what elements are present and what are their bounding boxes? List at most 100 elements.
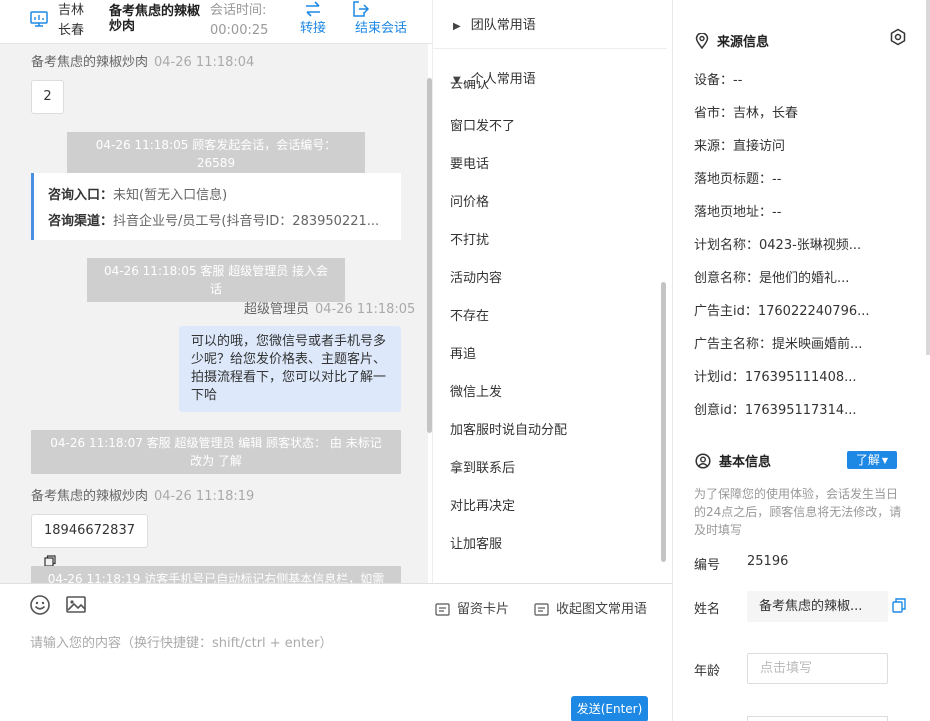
lead-card-label: 留资卡片 [457,602,510,617]
visitor-location: 吉林 长春 [58,1,84,41]
edit-notice: 为了保障您的使用体验，会话发生当日的24点之后，顾客信息将无法修改，请及时填写 [694,487,902,537]
source-creative-name: 创意名称：是他们的婚礼... [694,271,850,286]
image-icon[interactable] [65,594,87,616]
phrase-item[interactable]: 窗口发不了 [450,115,515,134]
system-message: 04-26 11:18:07 客服 超级管理员 编辑 顾客状态： 由 未标记 改… [31,430,401,474]
session-time-label: 会话时间: [210,3,267,18]
customer-status-label: 了解 [855,453,880,467]
end-session-label: 结束会话 [354,21,407,36]
message-composer: 留资卡片 收起图文常用语 请输入您的内容（换行快捷键：shift/ctrl + … [0,583,672,721]
phrase-item[interactable]: 再追 [450,343,476,362]
age-field[interactable]: 点击填写 [747,653,888,684]
message-sender: 备考焦虑的辣椒炒肉 [31,489,149,504]
lead-card-button[interactable]: 留资卡片 [435,598,509,617]
settings-icon[interactable] [889,28,907,46]
message-bubble: 2 [31,80,64,114]
transfer-icon [306,1,320,17]
phrase-panel: ▶ 团队常用语 ▼ 个人常用语 去确认 窗口发不了 要电话 问价格 不打扰 活动内容… [432,0,672,583]
consult-channel-value: 抖音企业号/员工号(抖音号ID：283950221... [113,214,380,229]
next-field[interactable] [747,716,888,721]
phrase-item[interactable]: 问价格 [450,191,489,210]
collapse-phrases-button[interactable]: 收起图文常用语 [534,598,647,617]
system-message: 04-26 11:18:19 访客手机号已自动标记右侧基本信息栏，如需 [31,566,401,583]
consult-entry-label: 咨询入口： [48,188,114,203]
phone-number: 18946672837 [44,523,135,538]
phrase-item[interactable]: 微信上发 [450,381,502,400]
phrase-item[interactable]: 不打扰 [450,229,489,248]
id-value: 25196 [747,554,789,569]
consult-channel-label: 咨询渠道： [48,214,114,229]
send-button[interactable]: 发送(Enter) [571,696,648,721]
message-input[interactable]: 请输入您的内容（换行快捷键：shift/ctrl + enter） [30,632,333,651]
basic-info-title: 基本信息 [695,451,771,470]
message-time: 04-26 11:18:05 [315,302,416,317]
consult-entry-row: 咨询入口：未知(暂无入口信息) [48,183,387,209]
consult-channel-row: 咨询渠道：抖音企业号/员工号(抖音号ID：283950221... [48,209,387,235]
message-meta: 备考焦虑的辣椒炒肉 04-26 11:18:19 [31,488,254,506]
system-message: 04-26 11:18:05 客服 超级管理员 接入会话 [87,258,345,302]
team-phrases-label: 团队常用语 [470,18,536,33]
visitor-name: 备考焦虑的辣椒炒肉 [109,4,201,34]
phrase-item[interactable]: 不存在 [450,305,489,324]
source-plan-id: 计划id：176395111408... [694,370,857,385]
divider [433,48,667,49]
message-meta: 备考焦虑的辣椒炒肉 04-26 11:18:04 [31,54,254,72]
consult-entry-value: 未知(暂无入口信息) [113,188,228,203]
end-session-button[interactable]: 结束会话 [350,0,412,44]
phrase-item[interactable]: 让加客服 [450,533,502,552]
source-info-label: 来源信息 [717,35,770,50]
phrase-item[interactable]: 去确认 [450,80,489,90]
source-province-city: 省市：吉林，长春 [694,106,799,121]
source-landing-url: 落地页地址：-- [694,205,782,220]
agent-message-bubble: 可以的哦，您微信号或者手机号多少呢？给您发价格表、主题客片、拍摄流程看下，您可以… [179,326,401,412]
exit-icon [353,1,370,17]
source-creative-id: 创意id：176395117314... [694,403,857,418]
message-sender: 备考焦虑的辣椒炒肉 [31,55,149,70]
user-icon [695,453,711,469]
phrase-scrollbar[interactable] [661,282,666,562]
source-plan-name: 计划名称：0423-张琳视频... [694,238,862,253]
phone-message-bubble: 18946672837 [31,514,148,567]
system-message: 04-26 11:18:05 顾客发起会话，会话编号：26589 [67,132,365,176]
name-field[interactable]: 备考焦虑的辣椒... [747,591,888,622]
source-device: 设备：-- [694,73,743,88]
source-advertiser-id: 广告主id：176022240796... [694,304,870,319]
caret-down-icon: ▼ [881,456,889,465]
id-label: 编号 [694,558,721,573]
message-time: 04-26 11:18:19 [154,489,255,504]
message-time: 04-26 11:18:04 [154,55,255,70]
message-sender: 超级管理员 [244,302,310,317]
customer-status-dropdown[interactable]: 了解 ▼ [847,451,897,469]
team-phrases-group[interactable]: ▶ 团队常用语 [453,14,536,33]
phrase-item[interactable]: 对比再决定 [450,495,515,514]
source-advertiser-name: 广告主名称：提米映画婚前... [694,337,863,352]
customer-info-panel: 来源信息 设备：-- 省市：吉林，长春 来源：直接访问 落地页标题：-- 落地页… [672,0,930,721]
location-pin-icon [695,32,709,50]
session-time: 00:00:25 [210,23,269,38]
phrase-item[interactable]: 加客服时说自动分配 [450,419,567,438]
chat-header: 吉林 长春 备考焦虑的辣椒炒肉 会话时间: 00:00:25 转接 结束会话 [0,0,432,44]
source-info-title: 来源信息 [695,31,769,50]
age-label: 年龄 [694,664,721,679]
transfer-button[interactable]: 转接 [296,0,330,44]
message-icon [534,603,549,616]
info-scrollbar[interactable] [926,0,930,355]
collapse-phrases-label: 收起图文常用语 [556,602,648,617]
copy-icon[interactable] [892,598,906,613]
basic-info-label: 基本信息 [719,455,772,470]
phrase-item[interactable]: 拿到联系后 [450,457,515,476]
message-list[interactable]: 备考焦虑的辣椒炒肉 04-26 11:18:04 2 04-26 11:18:05… [0,44,428,583]
visitor-province: 吉林 [58,3,85,18]
emoji-icon[interactable] [29,594,51,616]
phrase-item[interactable]: 活动内容 [450,267,502,286]
visitor-city: 长春 [58,23,85,38]
card-icon [435,603,450,616]
message-meta: 超级管理员 04-26 11:18:05 [244,301,415,319]
consult-info-card: 咨询入口：未知(暂无入口信息) 咨询渠道：抖音企业号/员工号(抖音号ID：283… [31,173,401,240]
source-landing-title: 落地页标题：-- [694,172,782,187]
caret-right-icon: ▶ [453,21,461,32]
phrase-item[interactable]: 要电话 [450,153,489,172]
source-origin: 来源：直接访问 [694,139,786,154]
transfer-label: 转接 [299,21,326,36]
monitor-icon [30,11,48,27]
